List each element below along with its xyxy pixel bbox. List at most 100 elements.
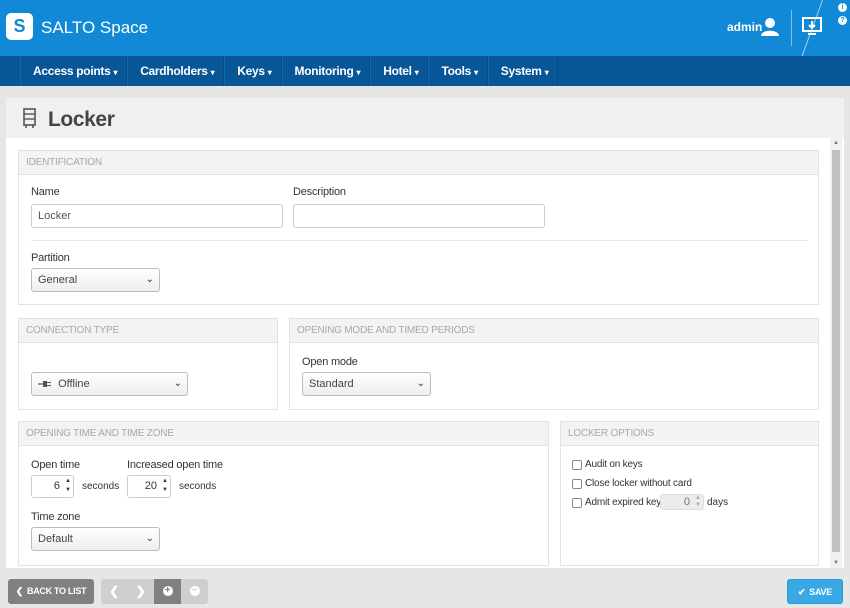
nav-menu: Access points ▾ Cardholders ▾ Keys ▾ Monito… bbox=[20, 56, 559, 86]
nav-item-cardholders[interactable]: Cardholders ▾ bbox=[127, 56, 225, 86]
opening-time-panel: OPENING TIME AND TIME ZONE Open time 6 ▲… bbox=[18, 421, 549, 566]
stepper-arrows-icon[interactable]: ▲ ▼ bbox=[162, 477, 168, 495]
time-zone-value: Default bbox=[38, 533, 73, 545]
save-button[interactable]: ✔ SAVE bbox=[787, 579, 843, 604]
chevron-right-icon: ❯ bbox=[135, 584, 146, 598]
header-separator bbox=[791, 10, 792, 46]
nav-item-keys[interactable]: Keys ▾ bbox=[224, 56, 282, 86]
nav-label: Access points bbox=[33, 64, 111, 78]
stepper-arrows-icon[interactable]: ▲ ▼ bbox=[65, 477, 71, 495]
main-nav: Access points ▾ Cardholders ▾ Keys ▾ Monito… bbox=[0, 56, 850, 86]
partition-select[interactable]: General ⌄ bbox=[31, 268, 160, 292]
nav-item-hotel[interactable]: Hotel ▾ bbox=[370, 56, 429, 86]
admit-expired-days-stepper: 0 ▲ ▼ bbox=[660, 494, 704, 510]
plug-icon bbox=[38, 381, 51, 388]
admit-expired-days-unit: days bbox=[707, 497, 729, 508]
scroll-down-icon[interactable]: ▼ bbox=[833, 560, 839, 566]
vertical-scrollbar[interactable]: ▲ ▼ bbox=[830, 138, 842, 568]
open-time-unit: seconds bbox=[82, 481, 120, 492]
panel-heading: LOCKER OPTIONS bbox=[561, 422, 818, 446]
chevron-down-icon: ▾ bbox=[414, 68, 419, 77]
save-label: SAVE bbox=[809, 587, 832, 597]
connection-type-panel: CONNECTION TYPE Offline ⌄ bbox=[18, 318, 278, 410]
chevron-down-icon: ⌄ bbox=[416, 378, 425, 389]
chevron-left-icon: ❮ bbox=[15, 586, 24, 596]
nav-label: Keys bbox=[237, 64, 265, 78]
check-icon: ✔ bbox=[798, 587, 806, 597]
nav-label: Hotel bbox=[383, 64, 412, 78]
plus-circle-icon: + bbox=[162, 585, 173, 596]
chevron-down-icon: ⌄ bbox=[145, 533, 154, 544]
chevron-down-icon: ▾ bbox=[210, 68, 215, 77]
opening-mode-panel: OPENING MODE AND TIMED PERIODS Open mode… bbox=[289, 318, 819, 410]
user-name[interactable]: admin bbox=[727, 20, 762, 34]
connection-type-select[interactable]: Offline ⌄ bbox=[31, 372, 188, 396]
nav-item-monitoring[interactable]: Monitoring ▾ bbox=[281, 56, 371, 86]
close-locker-label: Close locker without card bbox=[585, 478, 692, 489]
remove-button[interactable]: − bbox=[181, 579, 208, 604]
help-icon[interactable]: ? bbox=[838, 16, 847, 25]
nav-item-tools[interactable]: Tools ▾ bbox=[428, 56, 488, 86]
increased-open-time-value: 20 bbox=[144, 480, 157, 492]
open-mode-value: Standard bbox=[309, 378, 354, 390]
open-time-label: Open time bbox=[31, 459, 80, 471]
info-icon[interactable]: i bbox=[838, 3, 847, 12]
scroll-up-icon[interactable]: ▲ bbox=[833, 140, 839, 146]
open-time-stepper[interactable]: 6 ▲ ▼ bbox=[31, 475, 74, 498]
scroll-thumb[interactable] bbox=[832, 150, 840, 552]
admit-expired-keys-checkbox[interactable] bbox=[572, 498, 582, 508]
panel-heading: OPENING TIME AND TIME ZONE bbox=[19, 422, 548, 446]
close-locker-checkbox[interactable] bbox=[572, 479, 582, 489]
nav-item-system[interactable]: System ▾ bbox=[487, 56, 559, 86]
name-label: Name bbox=[31, 186, 60, 198]
add-button[interactable]: + bbox=[154, 579, 181, 604]
panel-heading: OPENING MODE AND TIMED PERIODS bbox=[290, 319, 818, 343]
open-time-value: 6 bbox=[53, 480, 60, 492]
increased-open-time-stepper[interactable]: 20 ▲ ▼ bbox=[127, 475, 171, 498]
top-header: S SALTO Space admin i ? bbox=[0, 0, 850, 59]
panel-heading: IDENTIFICATION bbox=[19, 151, 818, 175]
audit-on-keys-label: Audit on keys bbox=[585, 459, 643, 470]
admit-expired-keys-label: Admit expired keys bbox=[585, 497, 666, 508]
back-to-list-label: BACK TO LIST bbox=[27, 586, 87, 596]
locker-page: Locker IDENTIFICATION Name Locker Descri… bbox=[6, 98, 844, 568]
nav-label: Tools bbox=[441, 64, 472, 78]
name-field[interactable]: Locker bbox=[31, 204, 283, 228]
nav-item-access-points[interactable]: Access points ▾ bbox=[20, 56, 128, 86]
open-mode-label: Open mode bbox=[302, 356, 358, 368]
chevron-down-icon: ▾ bbox=[544, 68, 549, 77]
stepper-arrows-icon: ▲ ▼ bbox=[695, 495, 701, 508]
admit-expired-days-value: 0 bbox=[683, 496, 690, 508]
brand-name: SALTO Space bbox=[41, 18, 149, 37]
page-title: Locker bbox=[48, 108, 115, 131]
chevron-down-icon: ▾ bbox=[113, 68, 118, 77]
chevron-down-icon: ⌄ bbox=[173, 378, 182, 389]
chevron-down-icon: ⌄ bbox=[145, 274, 154, 285]
time-zone-label: Time zone bbox=[31, 511, 81, 523]
connection-type-value: Offline bbox=[58, 378, 90, 390]
user-icon[interactable] bbox=[761, 17, 779, 36]
nav-label: Monitoring bbox=[294, 64, 354, 78]
next-button[interactable]: ❯ bbox=[127, 579, 154, 604]
locker-options-panel: LOCKER OPTIONS Audit on keys Close locke… bbox=[560, 421, 819, 566]
chevron-down-icon: ▾ bbox=[356, 68, 361, 77]
increased-open-time-unit: seconds bbox=[179, 481, 217, 492]
back-to-list-button[interactable]: ❮ BACK TO LIST bbox=[8, 579, 94, 604]
open-mode-select[interactable]: Standard ⌄ bbox=[302, 372, 431, 396]
description-field[interactable] bbox=[293, 204, 545, 228]
minus-circle-icon: − bbox=[189, 585, 200, 596]
title-bar: Locker bbox=[6, 98, 844, 138]
locker-icon bbox=[23, 108, 36, 128]
panel-heading: CONNECTION TYPE bbox=[19, 319, 277, 343]
audit-on-keys-checkbox[interactable] bbox=[572, 460, 582, 470]
identification-panel: IDENTIFICATION Name Locker Description P… bbox=[18, 150, 819, 305]
partition-value: General bbox=[38, 274, 78, 286]
time-zone-select[interactable]: Default ⌄ bbox=[31, 527, 160, 551]
previous-button[interactable]: ❮ bbox=[101, 579, 127, 604]
chevron-down-icon: ▾ bbox=[267, 68, 272, 77]
divider bbox=[31, 240, 807, 241]
chevron-left-icon: ❮ bbox=[109, 584, 119, 598]
nav-label: Cardholders bbox=[140, 64, 208, 78]
nav-label: System bbox=[500, 64, 542, 78]
partition-label: Partition bbox=[31, 252, 70, 264]
